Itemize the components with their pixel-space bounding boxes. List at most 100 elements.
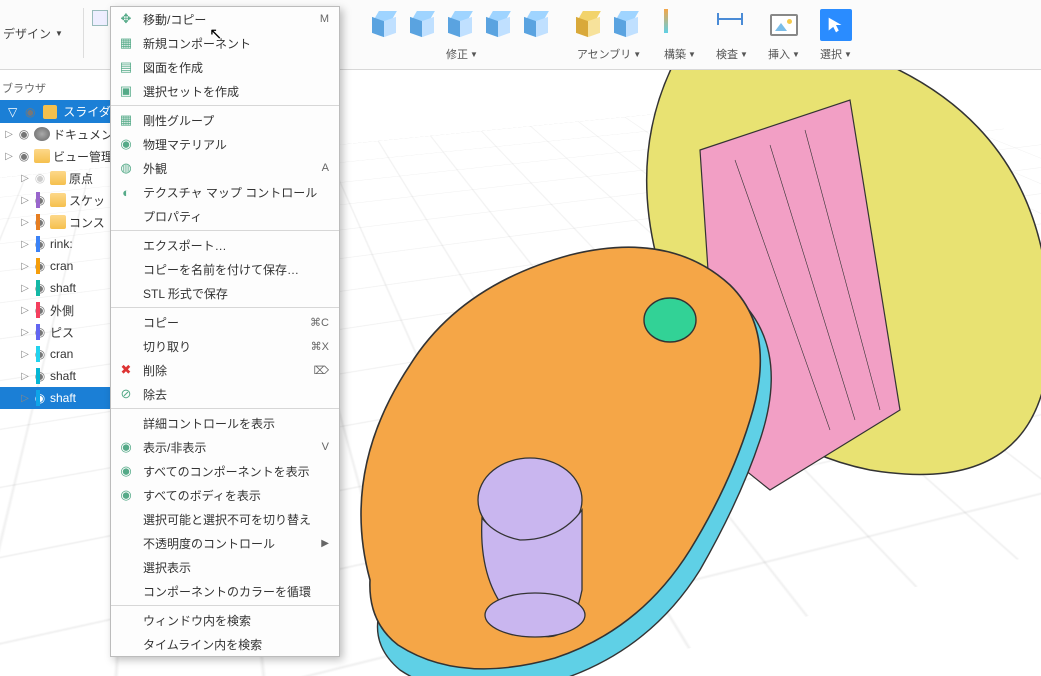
construct-icon-1[interactable]: [664, 9, 696, 41]
menu-separator: [111, 605, 339, 606]
modify-icon-3[interactable]: [446, 9, 478, 41]
menu-item[interactable]: 不透明度のコントロール▶: [111, 531, 339, 555]
tree-item[interactable]: ▷◉shaft: [0, 365, 128, 387]
menu-item[interactable]: ◉物理マテリアル: [111, 132, 339, 156]
tree-item[interactable]: ▷◉外側: [0, 299, 128, 321]
tree-item-label: shaft: [50, 369, 76, 383]
menu-item[interactable]: ✖削除⌦: [111, 358, 339, 382]
menu-shortcut: A: [322, 162, 329, 174]
menu-item[interactable]: STL 形式で保存: [111, 281, 339, 305]
tree-root[interactable]: ▽ ◉ スライダ: [0, 100, 128, 123]
tree-item[interactable]: ▷◉shaft: [0, 387, 128, 409]
menu-item[interactable]: ▤図面を作成: [111, 55, 339, 79]
toolgroup-assembly-label[interactable]: アセンブリ▼: [577, 46, 641, 62]
menu-item[interactable]: コンポーネントのカラーを循環: [111, 579, 339, 603]
tree-item[interactable]: ▷◉ドキュメン: [0, 123, 128, 145]
menu-item[interactable]: ◉表示/非表示V: [111, 435, 339, 459]
newcomp-icon: ▦: [117, 34, 135, 52]
tree-item[interactable]: ▷◉ピス: [0, 321, 128, 343]
appearance-icon: ◍: [117, 159, 135, 177]
chevron-right-icon[interactable]: ▷: [20, 349, 30, 360]
toolgroup-inspect-label[interactable]: 検査▼: [716, 46, 748, 62]
tree-item-label: rink:: [50, 237, 73, 251]
chevron-right-icon[interactable]: ▷: [20, 327, 30, 338]
browser-panel-title: ブラウザ: [2, 80, 46, 96]
fold-icon: [50, 215, 66, 229]
menu-item[interactable]: 選択可能と選択不可を切り替え: [111, 507, 339, 531]
move-icon: ✥: [117, 10, 135, 28]
modify-icon-2[interactable]: [408, 9, 440, 41]
eye-icon[interactable]: ◉: [17, 127, 31, 141]
chevron-right-icon[interactable]: ▷: [4, 151, 14, 162]
tree-item[interactable]: ▷◉cran: [0, 255, 128, 277]
insert-image-icon[interactable]: [770, 14, 798, 36]
quick-icon-1[interactable]: [92, 10, 108, 26]
eye-icon[interactable]: ◉: [23, 105, 37, 119]
tree-item[interactable]: ▷◉コンス: [0, 211, 128, 233]
menu-item[interactable]: ▣選択セットを作成: [111, 79, 339, 103]
toolgroup-modify-label[interactable]: 修正▼: [446, 46, 478, 62]
menu-item[interactable]: コピーを名前を付けて保存…: [111, 257, 339, 281]
toolgroup-select-label[interactable]: 選択▼: [820, 46, 852, 62]
tree-item[interactable]: ▷◉rink:: [0, 233, 128, 255]
menu-item[interactable]: 切り取り⌘X: [111, 334, 339, 358]
menu-item[interactable]: 選択表示: [111, 555, 339, 579]
menu-item[interactable]: ▦新規コンポーネント: [111, 31, 339, 55]
eye-icon[interactable]: ◉: [33, 171, 47, 185]
menu-item[interactable]: ✥移動/コピーM: [111, 7, 339, 31]
tree-item[interactable]: ▷◉スケッ: [0, 189, 128, 211]
chevron-right-icon[interactable]: ▷: [20, 393, 30, 404]
menu-item[interactable]: エクスポート…: [111, 233, 339, 257]
menu-item[interactable]: ◍外観A: [111, 156, 339, 180]
modify-icon-4[interactable]: [484, 9, 516, 41]
assembly-icon-1[interactable]: [574, 9, 606, 41]
cube-icon: [2, 323, 18, 337]
eye-icon[interactable]: ◉: [17, 149, 31, 163]
menu-item[interactable]: ◉すべてのコンポーネントを表示: [111, 459, 339, 483]
menu-item-label: 表示/非表示: [143, 439, 314, 456]
chevron-right-icon[interactable]: ▷: [20, 195, 30, 206]
submenu-arrow-icon: ▶: [321, 538, 329, 549]
tree-item[interactable]: ▷◉ビュー管理: [0, 145, 128, 167]
tree-item-label: ピス: [50, 324, 74, 341]
menu-item[interactable]: ◐テクスチャ マップ コントロール: [111, 180, 339, 204]
menu-item[interactable]: 詳細コントロールを表示: [111, 411, 339, 435]
collapse-icon[interactable]: ▽: [8, 105, 17, 119]
tree-item[interactable]: ▷◉shaft: [0, 277, 128, 299]
chevron-right-icon[interactable]: ▷: [20, 305, 30, 316]
modify-icon-5[interactable]: [522, 9, 554, 41]
menu-item[interactable]: コピー⌘C: [111, 310, 339, 334]
select-icon[interactable]: [820, 9, 852, 41]
cube-icon: [2, 301, 18, 315]
menu-shortcut: M: [320, 13, 329, 25]
inspect-icon-1[interactable]: [716, 9, 748, 41]
menu-item-label: 選択可能と選択不可を切り替え: [143, 511, 329, 528]
menu-item[interactable]: プロパティ: [111, 204, 339, 228]
menu-item[interactable]: ▦剛性グループ: [111, 108, 339, 132]
workspace-label: デザイン: [3, 25, 51, 42]
chevron-right-icon[interactable]: ▷: [20, 239, 30, 250]
modify-icon-1[interactable]: [370, 9, 402, 41]
tree-item[interactable]: ▷◉原点: [0, 167, 128, 189]
chevron-right-icon[interactable]: ▷: [20, 371, 30, 382]
workspace-dropdown[interactable]: デザイン ▼: [3, 25, 63, 42]
cube-icon: [2, 389, 18, 403]
chevron-right-icon[interactable]: ▷: [20, 173, 30, 184]
toolgroup-construct-label[interactable]: 構築▼: [664, 46, 696, 62]
menu-item[interactable]: ウィンドウ内を検索: [111, 608, 339, 632]
menu-item[interactable]: タイムライン内を検索: [111, 632, 339, 656]
tree-item[interactable]: ▷◉cran: [0, 343, 128, 365]
assembly-icon-2[interactable]: [612, 9, 644, 41]
toolgroup-insert-label[interactable]: 挿入▼: [768, 46, 800, 62]
chevron-right-icon[interactable]: ▷: [4, 129, 14, 140]
toolbar-divider: [83, 8, 84, 58]
toolgroup-insert: 挿入▼: [758, 6, 810, 62]
chevron-right-icon[interactable]: ▷: [20, 283, 30, 294]
chevron-right-icon[interactable]: ▷: [20, 261, 30, 272]
menu-shortcut: V: [322, 441, 329, 453]
menu-item[interactable]: ◉すべてのボディを表示: [111, 483, 339, 507]
showallbody-icon: ◉: [117, 486, 135, 504]
color-bar: [36, 302, 40, 318]
menu-item[interactable]: ⊘除去: [111, 382, 339, 406]
chevron-right-icon[interactable]: ▷: [20, 217, 30, 228]
